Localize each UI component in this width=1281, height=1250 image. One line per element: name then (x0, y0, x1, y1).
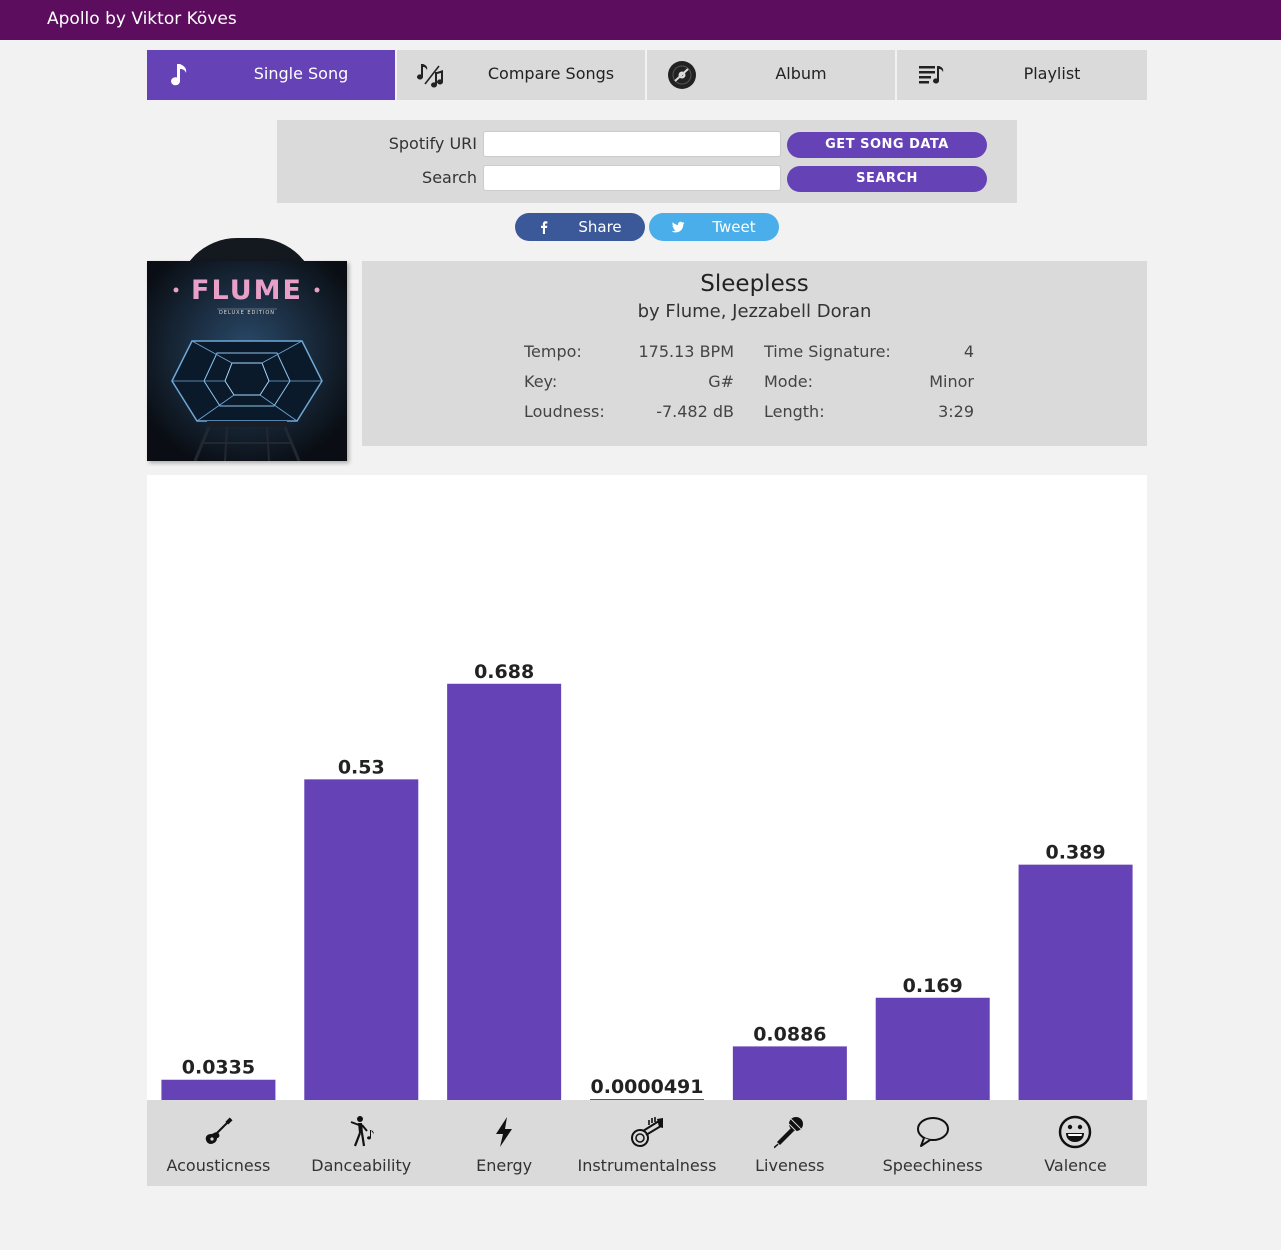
guitar-icon (206, 1117, 233, 1144)
tab-playlist[interactable]: Playlist (897, 50, 1147, 100)
feature-valence: Valence (1004, 1100, 1147, 1186)
vinyl-record-icon (668, 61, 696, 89)
feature-instrumentalness: Instrumentalness (576, 1100, 719, 1186)
length-value: 3:29 (938, 402, 974, 421)
key-value: G# (708, 372, 734, 391)
dancer-icon (350, 1116, 374, 1147)
album-cover: FLUME DELUXE EDITION (147, 261, 347, 461)
feature-label: Energy (476, 1156, 533, 1175)
mode-label: Mode: (764, 372, 813, 391)
smiley-icon (1059, 1115, 1092, 1149)
bar-speechiness (875, 997, 990, 1100)
tab-label: Playlist (1023, 64, 1081, 83)
length-label: Length: (764, 402, 825, 421)
tempo-label: Tempo: (524, 342, 582, 361)
tempo-value: 175.13 BPM (638, 342, 735, 361)
search-input[interactable] (483, 165, 781, 191)
twitter-bird-icon (671, 221, 685, 233)
search-label: Search (422, 168, 477, 187)
tab-compare-songs[interactable]: Compare Songs (397, 50, 647, 100)
bar-value-label: 0.688 (474, 661, 534, 683)
album-artist-text: FLUME (191, 275, 303, 306)
lightning-icon (496, 1117, 513, 1147)
feature-labels-row: Acousticness Danceability Energy Instrum… (147, 1100, 1147, 1186)
bar-liveness (732, 1046, 847, 1100)
feature-acousticness: Acousticness (147, 1100, 290, 1186)
app-title: Apollo by Viktor Köves (47, 9, 237, 29)
feature-energy: Energy (433, 1100, 576, 1186)
search-panel: Spotify URI GET SONG DATA Search SEARCH (277, 120, 1017, 203)
loudness-value: -7.482 dB (656, 402, 734, 421)
spotify-uri-label: Spotify URI (388, 134, 477, 153)
song-title: Sleepless (700, 271, 809, 297)
tab-single-song[interactable]: Single Song (147, 50, 397, 100)
bar-energy (447, 683, 562, 1100)
feature-label: Danceability (311, 1156, 412, 1175)
feature-speechiness: Speechiness (861, 1100, 1004, 1186)
facebook-share-button[interactable]: Share (515, 213, 645, 241)
twitter-tweet-button[interactable]: Tweet (649, 213, 779, 241)
time-signature-value: 4 (963, 342, 974, 361)
mode-tabs: Single Song Compare Songs Album Playlist (147, 50, 1147, 100)
feature-liveness: Liveness (718, 1100, 861, 1186)
microphone-icon (773, 1117, 803, 1149)
bar-value-label: 0.0335 (182, 1057, 255, 1079)
compare-notes-icon (417, 64, 443, 88)
bar-value-label: 0.53 (338, 756, 385, 778)
album-edition-text: DELUXE EDITION (219, 310, 275, 316)
bar-acousticness (161, 1079, 276, 1100)
get-song-data-button[interactable]: GET SONG DATA (787, 132, 987, 158)
share-label: Share (578, 218, 622, 236)
feature-label: Acousticness (166, 1156, 271, 1175)
tab-label: Single Song (253, 64, 349, 83)
tab-label: Compare Songs (487, 64, 615, 83)
music-note-icon (171, 64, 187, 86)
song-artist: by Flume, Jezzabell Doran (637, 301, 872, 322)
tweet-label: Tweet (712, 218, 756, 236)
tab-album[interactable]: Album (647, 50, 897, 100)
song-info-panel: Sleepless by Flume, Jezzabell Doran Temp… (362, 261, 1147, 446)
feature-label: Valence (1044, 1156, 1107, 1175)
feature-danceability: Danceability (290, 1100, 433, 1186)
spotify-uri-input[interactable] (483, 131, 781, 157)
bar-danceability (304, 779, 419, 1100)
loudness-label: Loudness: (524, 402, 605, 421)
bar-value-label: 0.389 (1046, 842, 1106, 864)
bar-chart-svg: 0.0335 0.53 0.688 0.0000491 0.0886 0.169 0.389 (161, 661, 1133, 1100)
bar-value-label: 0.0000491 (591, 1076, 704, 1098)
playlist-icon (919, 66, 944, 84)
search-button[interactable]: SEARCH (787, 166, 987, 192)
bar-valence (1018, 864, 1133, 1100)
bar-value-label: 0.169 (903, 975, 963, 997)
bar-value-label: 0.0886 (753, 1023, 826, 1045)
tab-label: Album (775, 64, 827, 83)
feature-label: Liveness (755, 1156, 825, 1175)
mode-value: Minor (929, 372, 974, 391)
album-cover-artwork: FLUME DELUXE EDITION (147, 261, 347, 461)
top-bar: Apollo by Viktor Köves (0, 0, 1281, 40)
trumpet-icon (630, 1117, 663, 1147)
speech-bubble-icon (916, 1117, 949, 1147)
feature-label: Speechiness (882, 1156, 983, 1175)
feature-label: Instrumentalness (577, 1156, 717, 1175)
key-label: Key: (524, 372, 558, 391)
facebook-icon (541, 221, 548, 234)
time-signature-label: Time Signature: (764, 342, 891, 361)
audio-features-chart: 0.0335 0.53 0.688 0.0000491 0.0886 0.169 0.389 (147, 475, 1147, 1100)
